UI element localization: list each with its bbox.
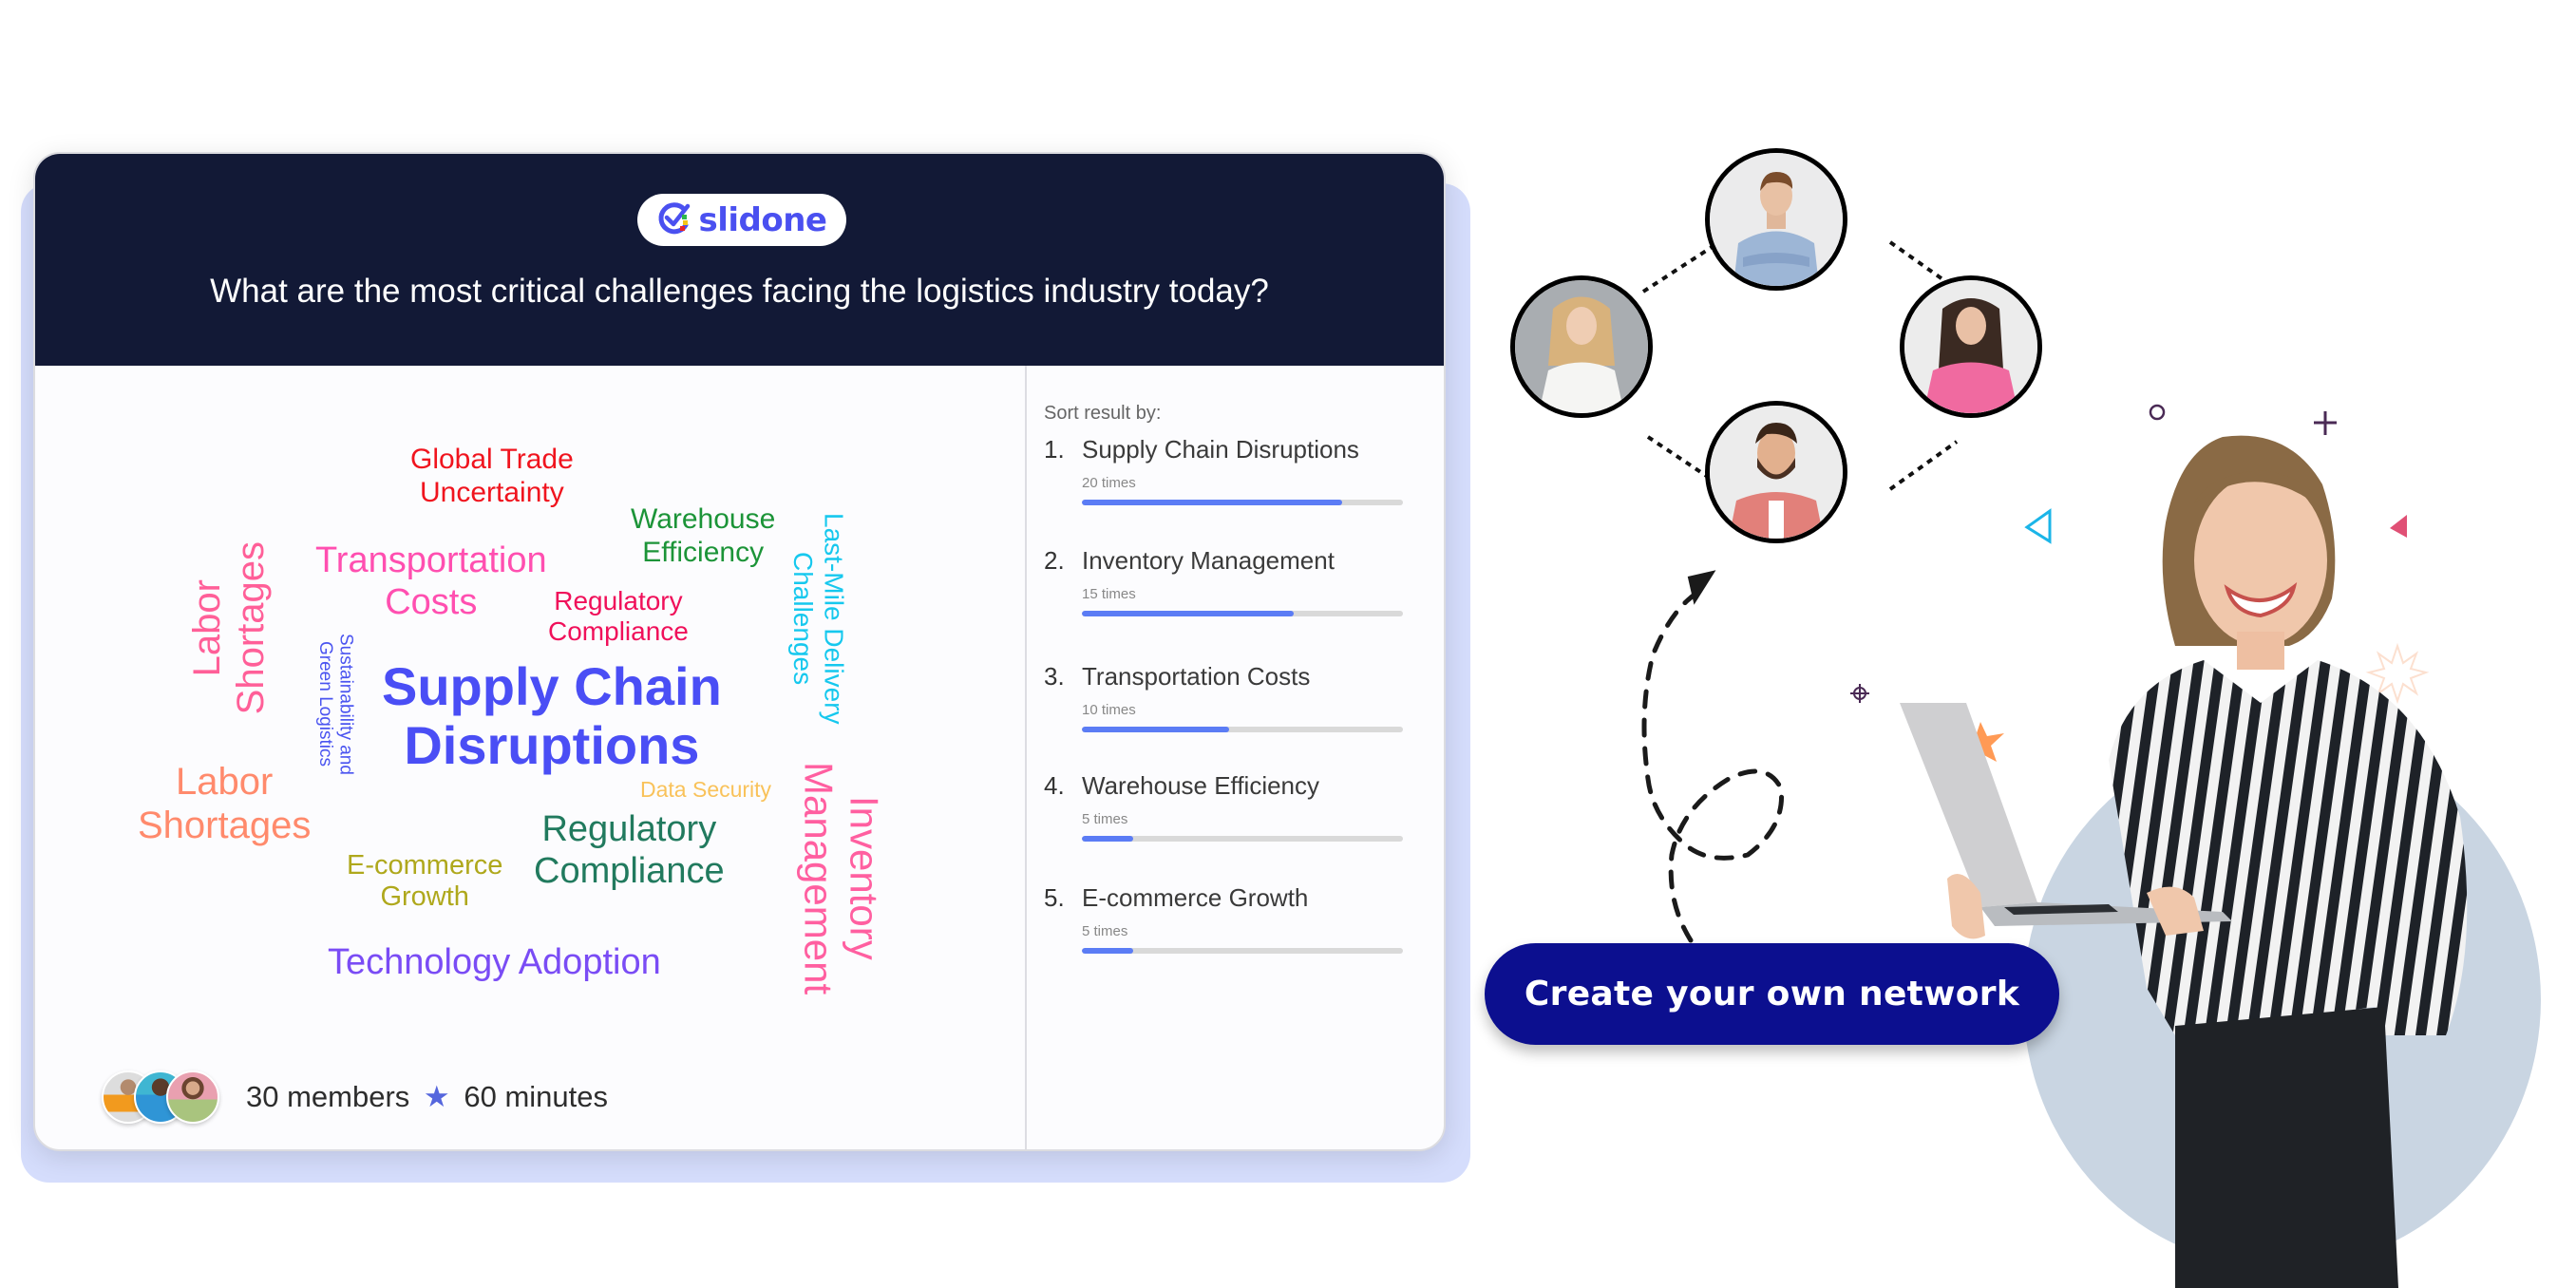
crosshair-icon — [1850, 684, 1869, 703]
word-data-security: Data Security — [640, 777, 772, 802]
result-rank: 1. — [1044, 435, 1065, 464]
word-ecommerce-growth: E-commerce Growth — [347, 850, 503, 913]
members-count: 30 members — [246, 1080, 410, 1113]
word-sustainability-green-logistics: Sustainability and Green Logistics — [314, 634, 356, 775]
result-rank: 4. — [1044, 771, 1065, 800]
progress-track — [1082, 500, 1403, 505]
card-footer: 30 members ★ 60 minutes — [102, 1070, 608, 1124]
word-transportation-costs: Transportation Costs — [315, 540, 547, 622]
word-cloud: Global Trade Uncertainty Warehouse Efficie… — [35, 154, 1023, 1149]
session-duration: 60 minutes — [464, 1080, 608, 1113]
word-warehouse-efficiency: Warehouse Efficiency — [631, 503, 776, 568]
result-count: 5 times — [1082, 811, 1128, 827]
result-label: Inventory Management — [1082, 546, 1335, 575]
progress-track — [1082, 948, 1403, 954]
word-technology-adoption: Technology Adoption — [328, 942, 661, 982]
create-network-button[interactable]: Create your own network — [1485, 943, 2059, 1045]
word-last-mile-delivery-challenges: Last-Mile Delivery Challenges — [788, 513, 849, 725]
word-global-trade-uncertainty: Global Trade Uncertainty — [410, 444, 574, 508]
network-avatar-left — [1510, 275, 1653, 418]
session-info: 30 members ★ 60 minutes — [246, 1080, 608, 1114]
result-label: E-commerce Growth — [1082, 883, 1309, 912]
progress-fill — [1082, 500, 1342, 505]
word-supply-chain-disruptions: Supply Chain Disruptions — [382, 656, 722, 775]
dashed-arrow-icon — [1641, 570, 1785, 943]
progress-fill — [1082, 836, 1134, 842]
progress-fill — [1082, 727, 1230, 732]
progress-track — [1082, 611, 1403, 616]
result-label: Transportation Costs — [1082, 662, 1311, 691]
result-rank: 5. — [1044, 883, 1065, 912]
word-inventory-management: Inventory Management — [796, 762, 887, 995]
result-label: Warehouse Efficiency — [1082, 771, 1320, 800]
word-regulatory-compliance-small: Regulatory Compliance — [548, 586, 689, 647]
sort-label[interactable]: Sort result by: — [1044, 403, 1161, 425]
result-count: 10 times — [1082, 702, 1136, 718]
person-woman-blonde-icon — [1515, 280, 1648, 413]
star-icon: ★ — [423, 1080, 450, 1113]
person-man-blue-shirt-icon — [1710, 153, 1843, 286]
word-labor-shortages-vertical: Labor Shortages — [186, 541, 272, 715]
progress-fill — [1082, 611, 1295, 616]
result-rank: 3. — [1044, 662, 1065, 691]
member-avatar — [166, 1070, 219, 1124]
result-label: Supply Chain Disruptions — [1082, 435, 1359, 464]
result-rank: 2. — [1044, 546, 1065, 575]
progress-track — [1082, 727, 1403, 732]
network-avatar-top — [1705, 148, 1847, 291]
progress-fill — [1082, 948, 1134, 954]
woman-with-laptop-image — [1900, 435, 2468, 1288]
result-count: 5 times — [1082, 923, 1128, 939]
word-regulatory-compliance: Regulatory Compliance — [534, 809, 725, 891]
progress-track — [1082, 836, 1403, 842]
word-labor-shortages: Labor Shortages — [138, 761, 312, 846]
panel-divider — [1025, 366, 1027, 1149]
circle-outline-icon — [2149, 404, 2166, 421]
result-count: 15 times — [1082, 586, 1136, 602]
result-count: 20 times — [1082, 475, 1136, 491]
poll-card: slidone What are the most critical chall… — [33, 152, 1446, 1151]
